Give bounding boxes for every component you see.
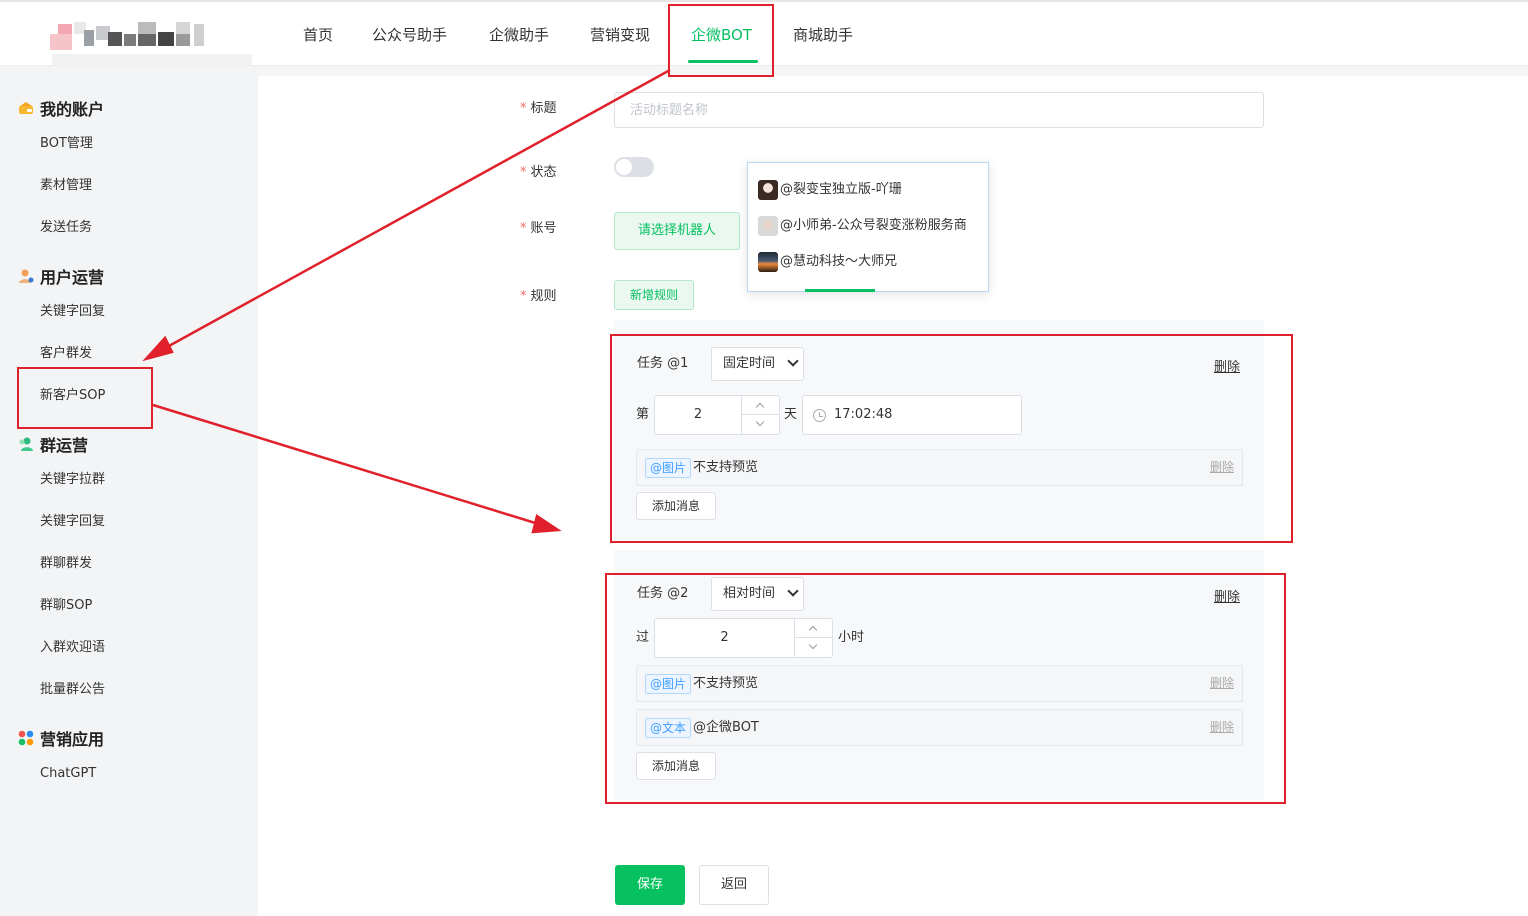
- rule-label: * 规则: [520, 289, 557, 304]
- select-robot-button[interactable]: 请选择机器人: [614, 212, 740, 250]
- nav-marketing[interactable]: 营销变现: [590, 24, 650, 46]
- avatar: [758, 180, 778, 200]
- nav-home[interactable]: 首页: [303, 24, 333, 46]
- add-rule-button[interactable]: 新增规则: [614, 280, 694, 310]
- user-icon: [18, 268, 34, 284]
- sidebar-item-group-broadcast[interactable]: 群聊群发: [40, 555, 92, 573]
- sidebar-group-label: 我的账户: [40, 100, 105, 119]
- dropdown-underlay: [805, 289, 875, 292]
- status-toggle[interactable]: [614, 157, 654, 177]
- robot-dropdown: @裂变宝独立版-吖珊 @小师弟-公众号裂变涨粉服务商 @慧动科技～大师兄: [747, 162, 989, 292]
- avatar: [758, 216, 778, 236]
- sidebar-group-marketing-apps: 营销应用: [18, 727, 104, 749]
- sidebar-group-account: 我的账户: [18, 97, 104, 119]
- sidebar: [0, 66, 258, 916]
- nav-mall-assistant[interactable]: 商城助手: [793, 24, 853, 46]
- sidebar-item-welcome-message[interactable]: 入群欢迎语: [40, 639, 105, 657]
- sidebar-group-user-ops: 用户运营: [18, 265, 104, 287]
- save-button[interactable]: 保存: [615, 865, 685, 905]
- sidebar-group-label: 用户运营: [40, 268, 105, 287]
- annotation-box-task2: [605, 573, 1286, 804]
- nav-official-account[interactable]: 公众号助手: [372, 24, 447, 46]
- annotation-box-nav: [668, 4, 774, 77]
- logo: [46, 20, 256, 68]
- annotation-box-sidebar: [17, 367, 153, 429]
- sidebar-item-send-task[interactable]: 发送任务: [40, 219, 92, 237]
- title-label: * 标题: [520, 101, 557, 116]
- robot-option[interactable]: @慧动科技～大师兄: [758, 251, 897, 273]
- sidebar-item-bot-manage[interactable]: BOT管理: [40, 135, 93, 153]
- page-top-strip: [258, 66, 1528, 76]
- group-icon: [18, 436, 34, 452]
- annotation-box-task1: [610, 334, 1293, 543]
- sidebar-group-group-ops: 群运营: [18, 433, 88, 455]
- nav-wecom-assistant[interactable]: 企微助手: [489, 24, 549, 46]
- title-input[interactable]: [614, 92, 1264, 128]
- avatar: [758, 252, 778, 272]
- sidebar-item-material-manage[interactable]: 素材管理: [40, 177, 92, 195]
- back-button[interactable]: 返回: [699, 865, 769, 905]
- robot-option[interactable]: @裂变宝独立版-吖珊: [758, 179, 902, 201]
- account-label: * 账号: [520, 221, 557, 236]
- status-label: * 状态: [520, 165, 557, 180]
- sidebar-item-group-sop[interactable]: 群聊SOP: [40, 597, 92, 615]
- sidebar-group-label: 营销应用: [40, 730, 105, 749]
- apps-icon: [18, 730, 34, 746]
- sidebar-item-keyword-reply[interactable]: 关键字回复: [40, 303, 105, 321]
- robot-option[interactable]: @小师弟-公众号裂变涨粉服务商: [758, 215, 967, 237]
- sidebar-group-label: 群运营: [40, 436, 89, 455]
- sidebar-item-keyword-join-group[interactable]: 关键字拉群: [40, 471, 105, 489]
- sidebar-item-group-keyword-reply[interactable]: 关键字回复: [40, 513, 105, 531]
- sidebar-item-chatgpt[interactable]: ChatGPT: [40, 765, 96, 783]
- sidebar-item-customer-broadcast[interactable]: 客户群发: [40, 345, 92, 363]
- wallet-icon: [18, 100, 34, 116]
- sidebar-item-bulk-announcement[interactable]: 批量群公告: [40, 681, 105, 699]
